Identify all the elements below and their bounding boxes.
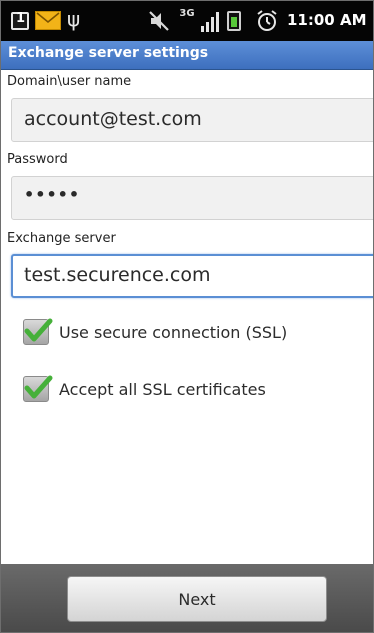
use-ssl-label: Use secure connection (SSL) [59,323,288,342]
app-screen: ψ 3G [0,0,374,633]
sim-1-icon [11,11,29,30]
checkmark-icon [24,375,53,399]
password-label: Password [7,152,68,167]
use-ssl-checkbox[interactable] [23,318,53,345]
battery-level [231,17,237,27]
username-field[interactable]: account@test.com [11,98,373,142]
title-bar: Exchange server settings [1,41,373,70]
accept-certs-row[interactable]: Accept all SSL certificates [23,374,363,406]
accept-certs-label: Accept all SSL certificates [59,380,266,399]
network-35g-icon: 3G [177,8,197,19]
exchange-server-field[interactable]: test.securence.com [11,254,373,298]
use-ssl-row[interactable]: Use secure connection (SSL) [23,317,363,349]
mail-icon [35,11,61,30]
network-type-label: 3G [179,8,195,19]
username-value: account@test.com [24,108,202,130]
next-button[interactable]: Next [67,576,327,622]
server-label: Exchange server [7,231,116,246]
signal-icon [201,10,221,36]
username-label: Domain\user name [7,74,132,89]
page-title: Exchange server settings [8,45,209,61]
alarm-icon [255,9,279,37]
usb-icon: ψ [67,7,81,31]
server-value: test.securence.com [24,264,211,286]
mute-icon [147,9,171,37]
battery-icon [227,11,241,31]
status-time: 11:00 AM [287,11,367,29]
bottom-bar: Next [1,564,373,632]
checkmark-icon [24,318,53,342]
accept-certs-checkbox[interactable] [23,375,53,402]
status-bar: ψ 3G [1,1,373,41]
password-value: ••••• [24,185,81,204]
password-field[interactable]: ••••• [11,176,373,220]
next-button-label: Next [178,590,216,609]
